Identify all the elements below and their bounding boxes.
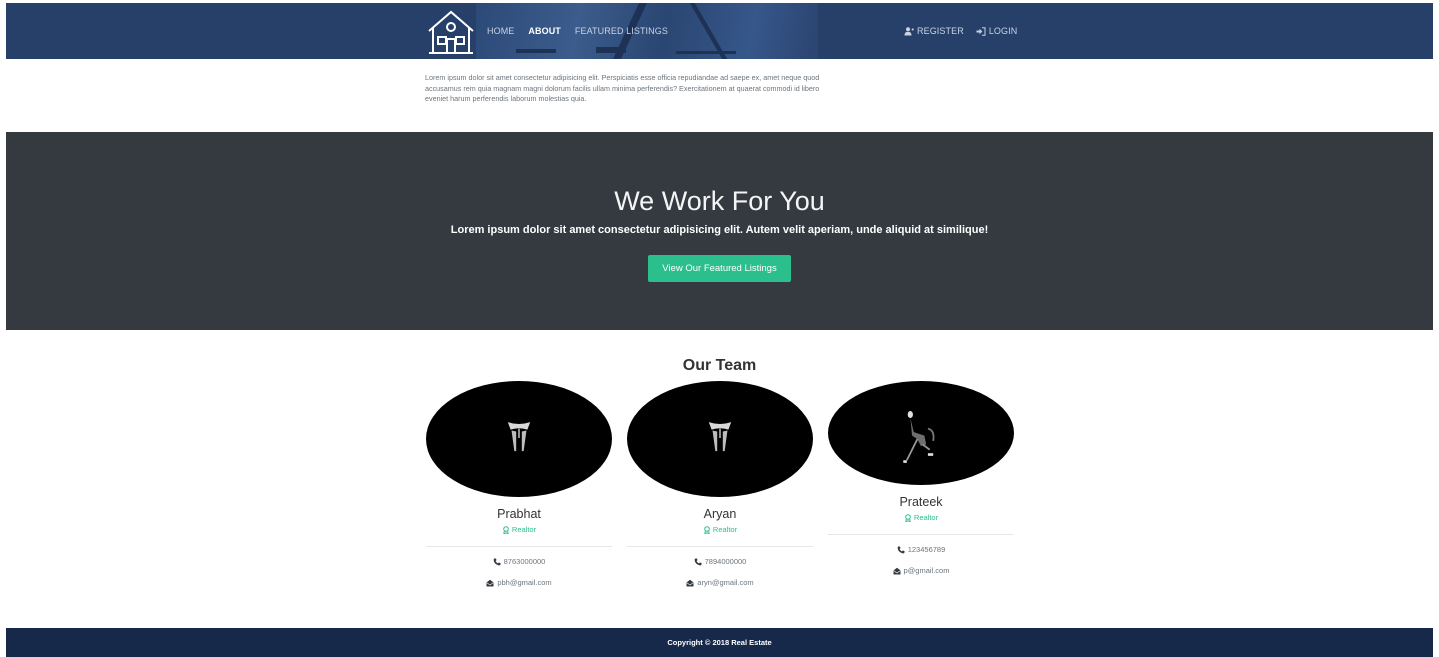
hero-title: We Work For You	[614, 186, 825, 216]
member-email-address: pbh@gmail.com	[497, 578, 552, 587]
view-featured-listings-button[interactable]: View Our Featured Listings	[648, 255, 791, 282]
register-link[interactable]: REGISTER	[904, 26, 964, 36]
member-phone-number: 7894000000	[704, 557, 747, 566]
envelope-open-icon	[486, 579, 494, 586]
member-phone: 7894000000	[627, 557, 813, 566]
phone-icon	[897, 546, 905, 553]
member-name: Prateek	[899, 495, 943, 509]
member-phone: 123456789	[828, 545, 1014, 554]
member-role: Realtor	[627, 525, 813, 534]
sign-in-icon	[976, 26, 986, 36]
award-icon	[503, 525, 509, 534]
divider	[627, 546, 813, 547]
phone-icon	[493, 558, 501, 565]
nav-links: HOME ABOUT FEATURED LISTINGS	[487, 3, 682, 59]
footer: Copyright © 2018 Real Estate	[6, 628, 1433, 657]
member-email[interactable]: p@gmail.com	[828, 566, 1014, 575]
phone-icon	[694, 558, 702, 565]
member-email[interactable]: pbh@gmail.com	[426, 578, 612, 587]
team-title: Our Team	[682, 357, 757, 374]
member-name: Prabhat	[497, 507, 541, 521]
divider	[828, 534, 1014, 535]
member-role-label: Realtor	[511, 525, 537, 534]
member-name: Aryan	[703, 507, 737, 521]
member-role-label: Realtor	[712, 525, 738, 534]
nav-home-link[interactable]: HOME	[487, 26, 514, 36]
nav-featured-listings-link[interactable]: FEATURED LISTINGS	[575, 26, 668, 36]
member-role-label: Realtor	[913, 513, 939, 522]
copyright-text: Copyright © 2018 Real Estate	[667, 638, 772, 647]
divider	[426, 546, 612, 547]
award-icon	[704, 525, 710, 534]
nav-about-link[interactable]: ABOUT	[528, 26, 561, 36]
login-label: LOGIN	[988, 26, 1018, 36]
nav-auth-links: REGISTER LOGIN	[904, 3, 1029, 59]
about-paragraph: Lorem ipsum dolor sit amet consectetur a…	[425, 73, 820, 103]
member-role: Realtor	[426, 525, 612, 534]
member-role: Realtor	[828, 513, 1014, 522]
award-icon	[905, 513, 911, 522]
member-photo	[426, 381, 612, 497]
register-label: REGISTER	[917, 26, 964, 36]
user-plus-icon	[904, 26, 914, 35]
house-icon[interactable]	[426, 9, 476, 55]
member-phone: 8763000000	[426, 557, 612, 566]
member-photo	[828, 381, 1014, 485]
envelope-open-icon	[893, 567, 901, 574]
member-email-address: aryn@gmail.com	[697, 578, 754, 587]
hero-section: We Work For You Lorem ipsum dolor sit am…	[6, 132, 1433, 330]
member-email-address: p@gmail.com	[903, 566, 950, 575]
member-phone-number: 8763000000	[503, 557, 546, 566]
envelope-open-icon	[686, 579, 694, 586]
team-member-card: Prabhat Realtor 8763000000 pbh@gmail.com	[426, 381, 612, 587]
team-member-card: Aryan Realtor 7894000000 aryn@gmail.com	[627, 381, 813, 587]
member-email[interactable]: aryn@gmail.com	[627, 578, 813, 587]
hero-subtitle: Lorem ipsum dolor sit amet consectetur a…	[450, 224, 989, 236]
navbar: HOME ABOUT FEATURED LISTINGS REGISTER LO…	[6, 3, 1433, 59]
member-photo	[627, 381, 813, 497]
login-link[interactable]: LOGIN	[976, 26, 1018, 36]
team-member-card: Prateek Realtor 123456789 p@gmail.com	[828, 381, 1014, 575]
member-phone-number: 123456789	[907, 545, 946, 554]
page: HOME ABOUT FEATURED LISTINGS REGISTER LO…	[0, 0, 1439, 657]
